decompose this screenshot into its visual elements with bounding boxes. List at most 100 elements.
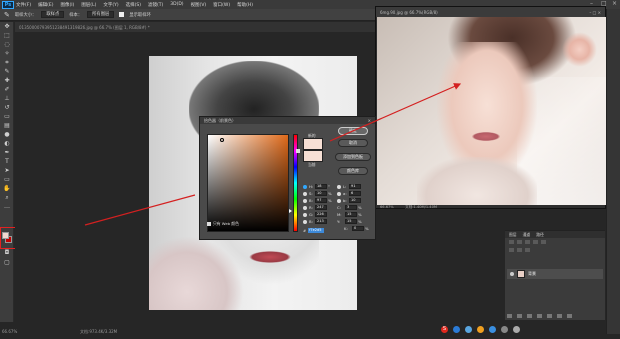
add-mask-icon[interactable]: [527, 314, 532, 318]
foreground-color-swatch[interactable]: [2, 232, 9, 239]
shape-tool-icon[interactable]: ▭: [2, 176, 12, 184]
tray-app-icon[interactable]: [453, 326, 460, 333]
cancel-button[interactable]: 取消: [338, 139, 368, 147]
c-input[interactable]: 3: [345, 205, 357, 210]
m-input[interactable]: 15: [345, 212, 357, 217]
quick-select-tool-icon[interactable]: ✧: [2, 50, 12, 58]
adjustment-layer-icon[interactable]: [537, 314, 542, 318]
radio-lab-b[interactable]: [337, 198, 341, 203]
input-method-icon[interactable]: S: [441, 326, 448, 333]
lock-icon[interactable]: [525, 248, 530, 252]
tray-power-icon[interactable]: [477, 326, 484, 333]
s-input[interactable]: 10: [315, 191, 327, 196]
hand-tool-icon[interactable]: ✋: [2, 185, 12, 193]
menu-layer[interactable]: 图层(L): [81, 2, 96, 8]
path-select-icon[interactable]: ➤: [2, 167, 12, 175]
eraser-tool-icon[interactable]: ▭: [2, 113, 12, 121]
h-input[interactable]: 18: [315, 184, 327, 189]
l-input[interactable]: 91: [349, 184, 361, 189]
quick-mask-icon[interactable]: ◘: [2, 249, 12, 257]
zoom-tool-icon[interactable]: ⌕: [2, 194, 12, 202]
menu-select[interactable]: 选择(S): [126, 2, 141, 8]
blur-tool-icon[interactable]: ●: [2, 131, 12, 139]
brightness-input[interactable]: 97: [315, 198, 327, 203]
web-safe-cube-icon[interactable]: [296, 149, 300, 153]
new-layer-icon[interactable]: [557, 314, 562, 318]
dodge-tool-icon[interactable]: ◐: [2, 140, 12, 148]
color-field-marker[interactable]: [220, 138, 224, 142]
blue-input[interactable]: 213: [315, 219, 327, 224]
web-only-checkbox[interactable]: [207, 222, 211, 226]
radio-s[interactable]: [303, 191, 307, 196]
opacity-icon[interactable]: [517, 248, 522, 252]
radio-brightness[interactable]: [303, 198, 307, 203]
hex-input[interactable]: f7e2d5: [308, 228, 325, 233]
tray-settings-icon[interactable]: [501, 326, 508, 333]
filter-kind-icon[interactable]: [509, 240, 514, 244]
delete-layer-icon[interactable]: [567, 314, 572, 318]
main-zoom-status[interactable]: 66.67%: [2, 329, 17, 334]
lasso-tool-icon[interactable]: ◌: [2, 41, 12, 49]
radio-h[interactable]: [303, 184, 307, 189]
marquee-tool-icon[interactable]: ⬚: [2, 32, 12, 40]
tray-network-icon[interactable]: [489, 326, 496, 333]
color-field[interactable]: [207, 134, 289, 232]
sample-layers-select[interactable]: 所有图层: [87, 11, 115, 18]
menu-image[interactable]: 图像(I): [60, 2, 74, 8]
stamp-tool-icon[interactable]: ⊥: [2, 95, 12, 103]
y-input[interactable]: 15: [345, 219, 357, 224]
menu-type[interactable]: 文字(Y): [103, 2, 118, 8]
show-ring-checkbox[interactable]: [119, 12, 125, 17]
tab-channels[interactable]: 通道: [523, 232, 531, 237]
tab-paths[interactable]: 路径: [536, 232, 544, 237]
link-layers-icon[interactable]: [507, 314, 512, 318]
tray-volume-icon[interactable]: [513, 326, 520, 333]
move-tool-icon[interactable]: ✥: [2, 23, 12, 31]
color-picker-close-icon[interactable]: ×: [368, 118, 371, 123]
add-to-swatches-button[interactable]: 添加到色板: [335, 153, 371, 161]
tab-layers[interactable]: 图层: [509, 232, 517, 237]
a-input[interactable]: 6: [349, 191, 361, 196]
group-icon[interactable]: [547, 314, 552, 318]
menu-filter[interactable]: 滤镜(T): [148, 2, 163, 8]
sample-size-select[interactable]: 取样点: [41, 11, 65, 18]
blend-mode-icon[interactable]: [509, 248, 514, 252]
layer-row-background[interactable]: 背景: [507, 269, 603, 279]
gradient-tool-icon[interactable]: ▤: [2, 122, 12, 130]
hue-slider-arrow-icon[interactable]: [289, 209, 292, 213]
close-button[interactable]: ×: [612, 1, 618, 7]
web-only-option[interactable]: 只有 Web 颜色: [207, 221, 239, 227]
photo-zoom-status[interactable]: 66.67%: [380, 205, 394, 209]
photo-title-bar[interactable]: 6mg.90.jpg @ 66.7%(RGB/8) – □ ×: [376, 7, 605, 17]
current-color-swatch[interactable]: [303, 150, 323, 162]
radio-g[interactable]: [303, 212, 307, 217]
crop-tool-icon[interactable]: ⌗: [2, 59, 12, 67]
lab-b-input[interactable]: 10: [349, 198, 361, 203]
menu-file[interactable]: 文件(F): [16, 2, 31, 8]
filter-type-icon[interactable]: [533, 240, 538, 244]
menu-edit[interactable]: 编辑(E): [38, 2, 53, 8]
radio-blue[interactable]: [303, 219, 307, 224]
r-input[interactable]: 247: [315, 205, 327, 210]
eyedropper-icon[interactable]: ✎: [2, 68, 12, 76]
color-libraries-button[interactable]: 颜色库: [338, 167, 368, 175]
menu-window[interactable]: 窗口(W): [213, 2, 230, 8]
bride-photo[interactable]: [377, 17, 606, 205]
healing-brush-icon[interactable]: ✚: [2, 77, 12, 85]
tray-chat-icon[interactable]: [465, 326, 472, 333]
layer-style-icon[interactable]: [517, 314, 522, 318]
type-tool-icon[interactable]: T: [2, 158, 12, 166]
pen-tool-icon[interactable]: ✒: [2, 149, 12, 157]
visibility-eye-icon[interactable]: [510, 272, 514, 276]
photo-window-controls[interactable]: – □ ×: [589, 10, 601, 15]
menu-view[interactable]: 视图(V): [191, 2, 207, 8]
screen-mode-icon[interactable]: ▢: [2, 259, 12, 267]
more-tools-icon[interactable]: …: [2, 203, 12, 211]
filter-pixel-icon[interactable]: [517, 240, 522, 244]
main-document-tab[interactable]: 01350000793951238491319826.jpg @ 66.7% (…: [15, 22, 375, 32]
color-picker-title-bar[interactable]: 拾色器（前景色） ×: [200, 117, 375, 124]
history-brush-icon[interactable]: ↺: [2, 104, 12, 112]
menu-help[interactable]: 帮助(H): [237, 2, 253, 8]
ok-button[interactable]: 确定: [338, 127, 368, 135]
radio-a[interactable]: [337, 191, 341, 196]
